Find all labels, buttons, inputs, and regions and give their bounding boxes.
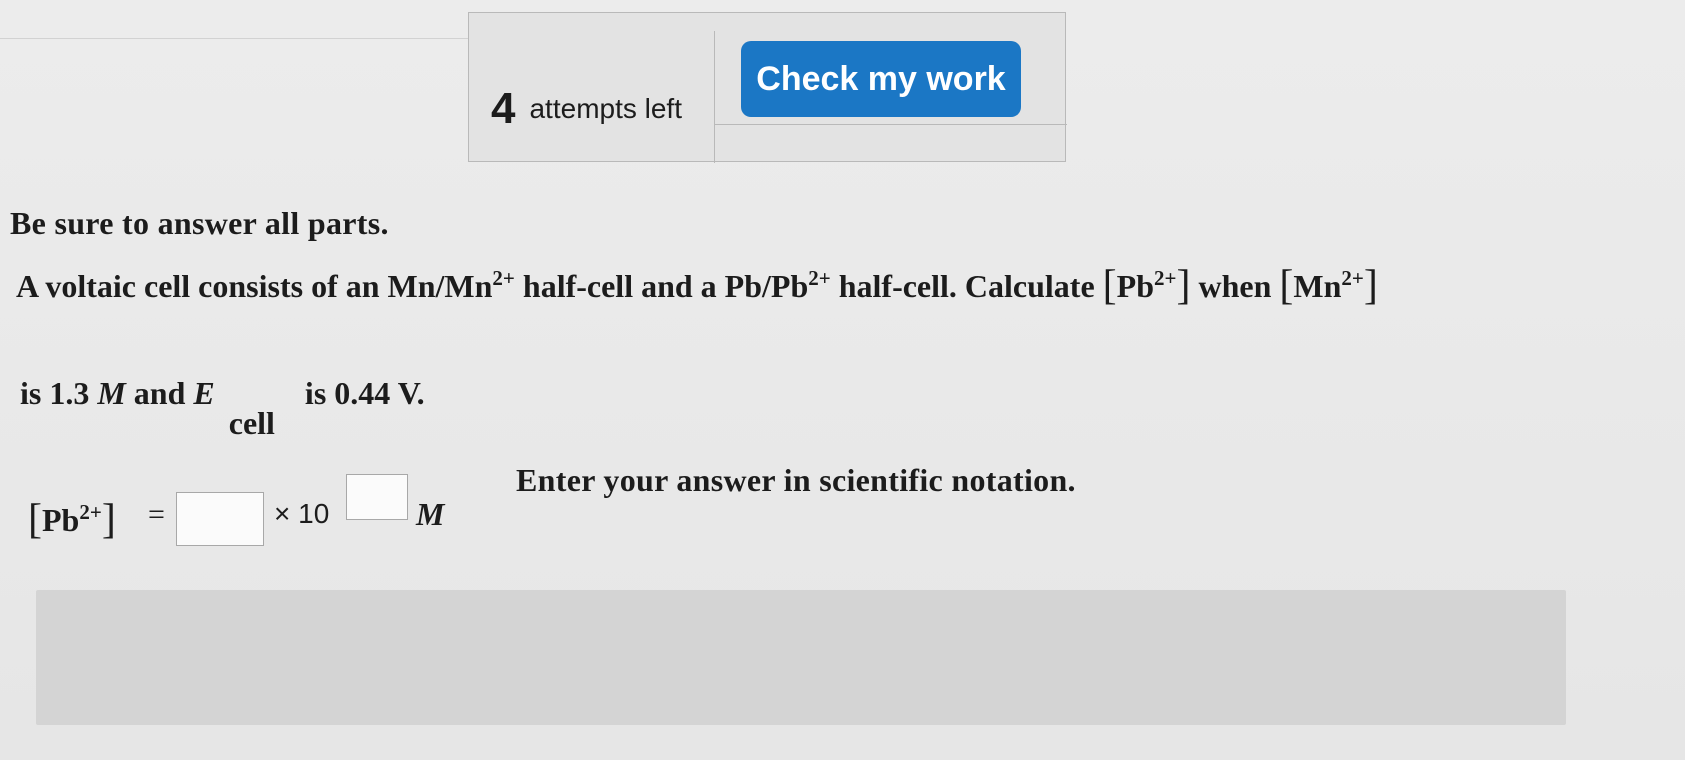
feedback-panel	[36, 590, 1566, 725]
assignment-toolbar: 4 attempts left Check my work	[468, 12, 1067, 163]
charge-superscript: 2+	[79, 500, 102, 524]
molarity-symbol: M	[97, 375, 126, 411]
exponent-input[interactable]	[346, 474, 408, 520]
potential-symbol: E	[193, 375, 215, 411]
check-work-container: Check my work	[715, 13, 1067, 125]
charge-superscript: 2+	[1154, 266, 1177, 290]
attempts-count: 4	[491, 84, 516, 133]
attempts-indicator: 4 attempts left	[469, 31, 715, 163]
species-pb: Pb	[42, 502, 80, 538]
question-part: A voltaic cell consists of an Mn/Mn	[16, 268, 493, 304]
attempts-label: attempts left	[529, 93, 682, 124]
bracket-close: ]	[1363, 263, 1378, 309]
charge-superscript: 2+	[492, 266, 515, 290]
equals-sign: =	[148, 498, 165, 531]
question-part: is 0.44 V.	[304, 375, 425, 411]
page: 4 attempts left Check my work Be sure to…	[0, 0, 1685, 760]
coefficient-input[interactable]	[176, 492, 264, 546]
unit-label: M	[416, 496, 445, 532]
bracket-open: [	[1102, 263, 1117, 309]
bracket-close: ]	[101, 497, 116, 543]
bracket-open: [	[28, 497, 42, 543]
bracket-close: ]	[1176, 263, 1191, 309]
check-my-work-button[interactable]: Check my work	[741, 41, 1021, 117]
scientific-notation-hint: Enter your answer in scientific notation…	[516, 462, 1076, 498]
species-pb: Pb	[1116, 268, 1154, 304]
answer-label: [Pb2+]	[28, 496, 116, 544]
cell-subscript: cell	[228, 405, 275, 441]
answer-row: [Pb2+] = × 10 M Enter your answer in sci…	[28, 462, 1428, 552]
question-text: A voltaic cell consists of an Mn/Mn2+ ha…	[16, 255, 1536, 309]
bracket-open: [	[1279, 263, 1294, 309]
question-part: half-cell and a Pb/Pb	[514, 268, 809, 304]
question-part: is 1.3	[20, 375, 98, 411]
charge-superscript: 2+	[808, 266, 831, 290]
question-part: half-cell. Calculate	[830, 268, 1103, 304]
times-ten-label: × 10	[274, 498, 330, 529]
question-part: when	[1190, 268, 1280, 304]
species-mn: Mn	[1293, 268, 1342, 304]
charge-superscript: 2+	[1341, 266, 1364, 290]
instruction-text: Be sure to answer all parts.	[10, 205, 389, 241]
question-line-2: is 1.3 M and Ecell is 0.44 V.	[20, 375, 425, 441]
divider	[0, 38, 470, 39]
question-part: and	[125, 375, 194, 411]
